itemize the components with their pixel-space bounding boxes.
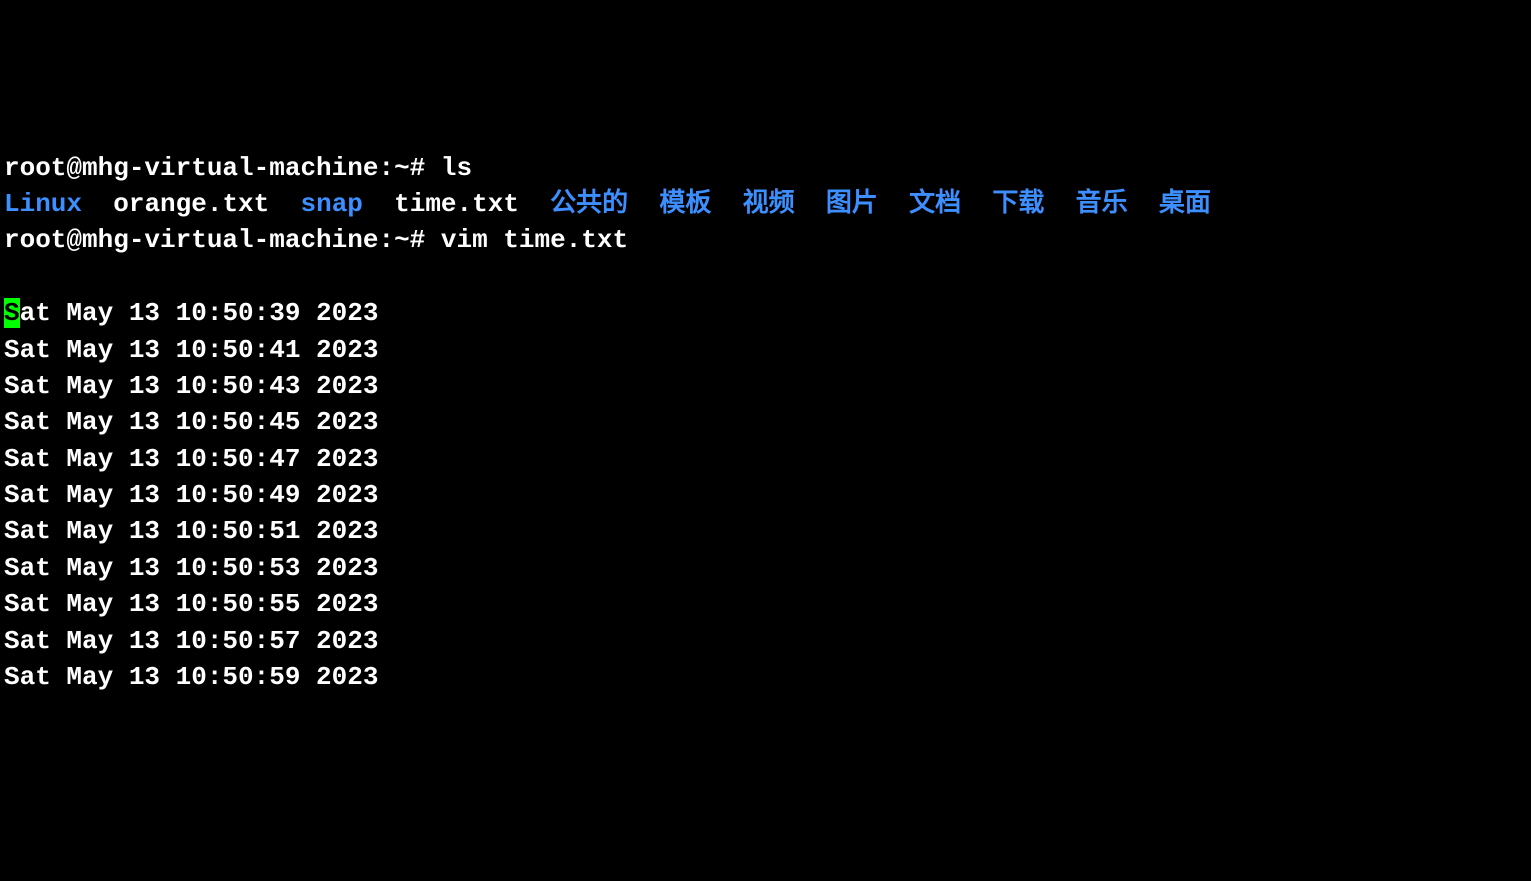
file-line: Sat May 13 10:50:51 2023 bbox=[4, 513, 1527, 549]
file-line: Sat May 13 10:50:47 2023 bbox=[4, 441, 1527, 477]
file-content-container[interactable]: Sat May 13 10:50:41 2023Sat May 13 10:50… bbox=[4, 332, 1527, 696]
file-line-cursor[interactable]: Sat May 13 10:50:39 2023 bbox=[4, 295, 1527, 331]
shell-prompt: root@mhg-virtual-machine:~# bbox=[4, 153, 441, 183]
ls-entry-dir: 视频 bbox=[743, 189, 795, 219]
blank-line bbox=[4, 259, 1527, 295]
ls-entry-dir: 文档 bbox=[909, 189, 961, 219]
prompt-line-2: root@mhg-virtual-machine:~# vim time.txt bbox=[4, 222, 1527, 258]
ls-entry-dir: Linux bbox=[4, 189, 82, 219]
ls-entry-dir: 音乐 bbox=[1076, 189, 1128, 219]
ls-output: Linux orange.txt snap time.txt 公共的 模板 视频… bbox=[4, 186, 1527, 222]
command-ls: ls bbox=[441, 153, 472, 183]
file-line: Sat May 13 10:50:57 2023 bbox=[4, 623, 1527, 659]
prompt-line-1: root@mhg-virtual-machine:~# ls bbox=[4, 150, 1527, 186]
shell-prompt: root@mhg-virtual-machine:~# bbox=[4, 225, 441, 255]
ls-entry-file: time.txt bbox=[394, 189, 519, 219]
file-line: Sat May 13 10:50:59 2023 bbox=[4, 659, 1527, 695]
ls-entry-dir: 图片 bbox=[826, 189, 878, 219]
vim-cursor: S bbox=[4, 298, 20, 328]
file-line: Sat May 13 10:50:49 2023 bbox=[4, 477, 1527, 513]
file-line: Sat May 13 10:50:41 2023 bbox=[4, 332, 1527, 368]
file-line: Sat May 13 10:50:43 2023 bbox=[4, 368, 1527, 404]
ls-entry-dir: 模板 bbox=[659, 189, 711, 219]
command-vim: vim time.txt bbox=[441, 225, 628, 255]
file-line: Sat May 13 10:50:45 2023 bbox=[4, 404, 1527, 440]
ls-entry-dir: 公共的 bbox=[550, 189, 628, 219]
file-line-text: at May 13 10:50:39 2023 bbox=[20, 298, 379, 328]
ls-entry-file: orange.txt bbox=[113, 189, 269, 219]
ls-entry-dir: 下载 bbox=[992, 189, 1044, 219]
file-line: Sat May 13 10:50:53 2023 bbox=[4, 550, 1527, 586]
ls-entry-dir: 桌面 bbox=[1159, 189, 1211, 219]
ls-entry-dir: snap bbox=[300, 189, 362, 219]
file-line: Sat May 13 10:50:55 2023 bbox=[4, 586, 1527, 622]
